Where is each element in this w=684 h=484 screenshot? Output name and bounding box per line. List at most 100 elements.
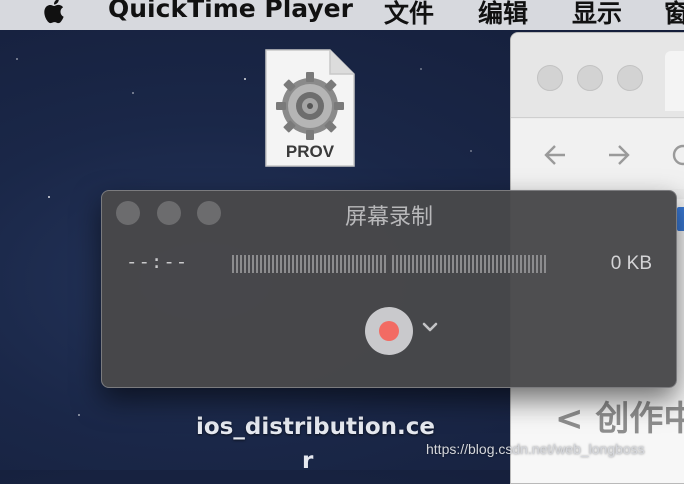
meter-tick [356,255,358,273]
reload-icon[interactable] [667,141,684,169]
meter-tick [368,255,370,273]
browser-minimize-button[interactable] [577,65,603,91]
browser-create-text[interactable]: < 创作中 [555,391,684,440]
browser-navbar [511,119,684,189]
meter-tick [484,255,486,273]
meter-tick [340,255,342,273]
meter-tick [528,255,530,273]
meter-tick [328,255,330,273]
meter-tick [464,255,466,273]
meter-tick [440,255,442,273]
menu-view[interactable]: 显示 [572,0,622,30]
star [48,196,50,198]
meter-tick [264,255,266,273]
meter-tick [448,255,450,273]
meter-tick [360,255,362,273]
browser-close-button[interactable] [537,65,563,91]
panel-title: 屏幕录制 [344,205,433,230]
meter-tick [276,255,278,273]
meter-tick [412,255,414,273]
meter-tick [256,255,258,273]
meter-tick [452,255,454,273]
meter-tick [324,255,326,273]
meter-tick [508,255,510,273]
meter-tick [396,255,398,273]
chevron-down-icon[interactable] [420,319,440,335]
meter-tick [400,255,402,273]
meter-tick [480,255,482,273]
meter-tick [500,255,502,273]
meter-tick [432,255,434,273]
browser-tab[interactable] [665,51,684,111]
star [470,150,472,152]
meter-tick [236,255,238,273]
meter-tick [504,255,506,273]
meter-tick [456,255,458,273]
desktop-file-icon[interactable]: PROV [264,48,356,168]
meter-tick [416,255,418,273]
star [16,58,18,60]
meter-tick [232,255,234,273]
meter-tick [312,255,314,273]
menu-app-name[interactable]: QuickTime Player [108,0,353,23]
meter-tick [460,255,462,273]
meter-tick [304,255,306,273]
meter-tick [240,255,242,273]
desktop-file-label-cont: r [302,448,314,474]
desktop-file-label[interactable]: ios_distribution.ce [196,414,435,440]
meter-tick [348,255,350,273]
meter-tick [296,255,298,273]
meter-tick [476,255,478,273]
meter-tick [272,255,274,273]
meter-tick [300,255,302,273]
meter-tick [468,255,470,273]
meter-tick [380,255,382,273]
meter-tick [252,255,254,273]
meter-tick [492,255,494,273]
meter-tick [536,255,538,273]
menu-bar: QuickTime Player 文件 编辑 显示 窗 [0,0,684,30]
meter-tick [364,255,366,273]
star [78,414,80,416]
menu-file[interactable]: 文件 [384,0,434,30]
meter-tick [544,255,546,273]
star [132,92,134,94]
meter-tick [512,255,514,273]
meter-tick [376,255,378,273]
record-icon [379,321,399,341]
file-size: 0 KB [610,253,652,274]
meter-tick [308,255,310,273]
star [420,68,422,70]
meter-tick [424,255,426,273]
menu-edit[interactable]: 编辑 [478,0,528,30]
browser-link-fragment [677,207,684,231]
back-arrow-icon[interactable] [541,141,569,169]
audio-level-meter [232,255,546,273]
file-badge-text: PROV [285,142,335,161]
meter-tick [496,255,498,273]
meter-tick [524,255,526,273]
menu-window[interactable]: 窗 [664,0,684,30]
meter-tick [532,255,534,273]
meter-tick [520,255,522,273]
apple-logo-icon[interactable] [40,0,70,26]
meter-tick [268,255,270,273]
browser-zoom-button[interactable] [617,65,643,91]
meter-tick [488,255,490,273]
meter-tick [392,255,394,273]
meter-tick [260,255,262,273]
meter-tick [344,255,346,273]
meter-tick [288,255,290,273]
meter-tick [352,255,354,273]
meter-tick [280,255,282,273]
elapsed-time: --:-- [126,251,189,273]
meter-tick [244,255,246,273]
forward-arrow-icon[interactable] [605,141,633,169]
record-button[interactable] [365,307,413,355]
meter-tick [320,255,322,273]
screen-recording-panel: 屏幕录制 --:-- 0 KB [101,190,677,388]
meter-tick [444,255,446,273]
meter-tick [516,255,518,273]
meter-tick [292,255,294,273]
meter-tick [248,255,250,273]
